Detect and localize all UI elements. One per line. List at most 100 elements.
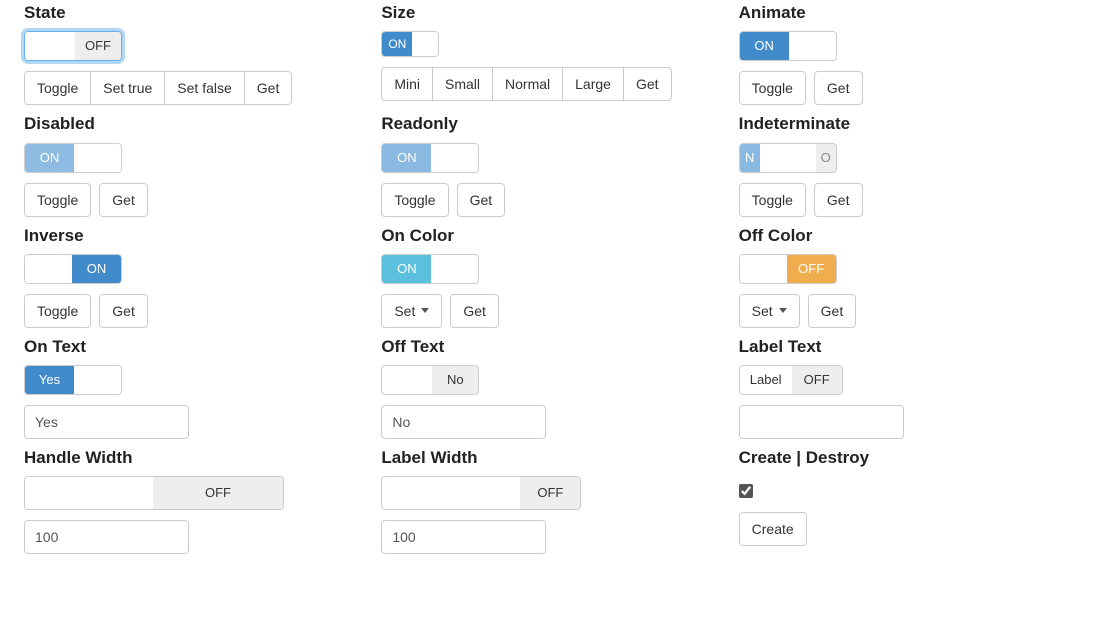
state-toggle-button[interactable]: Toggle bbox=[24, 71, 91, 105]
state-switch-off: OFF bbox=[75, 32, 121, 60]
section-on-text: On Text Yes bbox=[24, 336, 353, 439]
off-color-set-label: Set bbox=[752, 304, 773, 318]
size-switch-blank bbox=[412, 32, 438, 56]
section-inverse: Inverse ON Toggle Get bbox=[24, 225, 353, 328]
size-mini-button[interactable]: Mini bbox=[381, 67, 433, 101]
caret-down-icon bbox=[779, 308, 787, 313]
inverse-switch[interactable]: ON bbox=[24, 254, 122, 284]
size-switch[interactable]: ON bbox=[381, 31, 439, 57]
handle-width-title: Handle Width bbox=[24, 447, 353, 468]
inverse-toggle-button[interactable]: Toggle bbox=[24, 294, 91, 328]
disabled-title: Disabled bbox=[24, 113, 353, 134]
animate-toggle-button[interactable]: Toggle bbox=[739, 71, 806, 105]
handle-width-switch-off: OFF bbox=[153, 477, 283, 509]
section-animate: Animate ON Toggle Get bbox=[739, 2, 1068, 105]
state-set-true-button[interactable]: Set true bbox=[90, 71, 165, 105]
indeterminate-switch-off: O bbox=[816, 144, 836, 172]
readonly-switch-blank bbox=[431, 144, 478, 172]
section-state: State OFF Toggle Set true Set false Get bbox=[24, 2, 353, 105]
off-text-switch-off: No bbox=[432, 366, 478, 394]
readonly-switch[interactable]: ON bbox=[381, 143, 479, 173]
handle-width-switch-blank bbox=[25, 477, 153, 509]
section-disabled: Disabled ON Toggle Get bbox=[24, 113, 353, 216]
handle-width-switch[interactable]: OFF bbox=[24, 476, 284, 510]
create-destroy-checkbox[interactable] bbox=[739, 484, 753, 498]
section-indeterminate: Indeterminate N O Toggle Get bbox=[739, 113, 1068, 216]
indeterminate-toggle-button[interactable]: Toggle bbox=[739, 183, 806, 217]
disabled-switch-on: ON bbox=[25, 144, 74, 172]
state-get-button[interactable]: Get bbox=[244, 71, 293, 105]
off-color-set-button[interactable]: Set bbox=[739, 294, 800, 328]
size-small-button[interactable]: Small bbox=[432, 67, 493, 101]
size-get-button[interactable]: Get bbox=[623, 67, 672, 101]
section-create-destroy: Create | Destroy Create bbox=[739, 447, 1068, 546]
inverse-switch-blank bbox=[25, 255, 72, 283]
label-width-switch-blank bbox=[382, 477, 520, 509]
on-color-switch-blank bbox=[431, 255, 478, 283]
label-width-input[interactable] bbox=[381, 520, 546, 554]
indeterminate-switch[interactable]: N O bbox=[739, 143, 837, 173]
on-text-switch-blank bbox=[74, 366, 121, 394]
label-text-input[interactable] bbox=[739, 405, 904, 439]
label-text-switch-off: OFF bbox=[792, 366, 842, 394]
on-color-set-button[interactable]: Set bbox=[381, 294, 442, 328]
on-color-title: On Color bbox=[381, 225, 710, 246]
off-text-switch[interactable]: No bbox=[381, 365, 479, 395]
disabled-switch[interactable]: ON bbox=[24, 143, 122, 173]
off-color-get-button[interactable]: Get bbox=[808, 294, 857, 328]
off-text-switch-blank bbox=[382, 366, 432, 394]
section-on-color: On Color ON Set Get bbox=[381, 225, 710, 328]
label-width-switch-off: OFF bbox=[520, 477, 580, 509]
animate-switch-on: ON bbox=[740, 32, 789, 60]
label-text-switch-label: Label bbox=[740, 366, 792, 394]
on-text-switch[interactable]: Yes bbox=[24, 365, 122, 395]
off-text-title: Off Text bbox=[381, 336, 710, 357]
size-title: Size bbox=[381, 2, 710, 23]
disabled-get-button[interactable]: Get bbox=[99, 183, 148, 217]
on-color-switch[interactable]: ON bbox=[381, 254, 479, 284]
indeterminate-get-button[interactable]: Get bbox=[814, 183, 863, 217]
on-color-set-label: Set bbox=[394, 304, 415, 318]
size-large-button[interactable]: Large bbox=[562, 67, 624, 101]
label-width-title: Label Width bbox=[381, 447, 710, 468]
state-switch-blank bbox=[25, 32, 75, 60]
label-text-switch[interactable]: Label OFF bbox=[739, 365, 843, 395]
size-normal-button[interactable]: Normal bbox=[492, 67, 563, 101]
state-switch[interactable]: OFF bbox=[24, 31, 122, 61]
off-text-input[interactable] bbox=[381, 405, 546, 439]
section-label-text: Label Text Label OFF bbox=[739, 336, 1068, 439]
section-readonly: Readonly ON Toggle Get bbox=[381, 113, 710, 216]
state-title: State bbox=[24, 2, 353, 23]
create-button[interactable]: Create bbox=[739, 512, 807, 546]
on-text-title: On Text bbox=[24, 336, 353, 357]
off-color-switch-blank bbox=[740, 255, 787, 283]
readonly-get-button[interactable]: Get bbox=[457, 183, 506, 217]
caret-down-icon bbox=[421, 308, 429, 313]
label-width-switch[interactable]: OFF bbox=[381, 476, 581, 510]
readonly-toggle-button[interactable]: Toggle bbox=[381, 183, 448, 217]
state-set-false-button[interactable]: Set false bbox=[164, 71, 244, 105]
on-color-switch-on: ON bbox=[382, 255, 431, 283]
section-label-width: Label Width OFF bbox=[381, 447, 710, 554]
animate-get-button[interactable]: Get bbox=[814, 71, 863, 105]
readonly-title: Readonly bbox=[381, 113, 710, 134]
indeterminate-switch-on: N bbox=[740, 144, 760, 172]
handle-width-input[interactable] bbox=[24, 520, 189, 554]
inverse-title: Inverse bbox=[24, 225, 353, 246]
inverse-get-button[interactable]: Get bbox=[99, 294, 148, 328]
indeterminate-title: Indeterminate bbox=[739, 113, 1068, 134]
on-color-get-button[interactable]: Get bbox=[450, 294, 499, 328]
on-text-input[interactable] bbox=[24, 405, 189, 439]
animate-switch-blank bbox=[789, 32, 836, 60]
animate-title: Animate bbox=[739, 2, 1068, 23]
section-off-text: Off Text No bbox=[381, 336, 710, 439]
readonly-switch-on: ON bbox=[382, 144, 431, 172]
off-color-switch[interactable]: OFF bbox=[739, 254, 837, 284]
label-text-title: Label Text bbox=[739, 336, 1068, 357]
section-off-color: Off Color OFF Set Get bbox=[739, 225, 1068, 328]
section-handle-width: Handle Width OFF bbox=[24, 447, 353, 554]
size-switch-on: ON bbox=[382, 32, 412, 56]
animate-switch[interactable]: ON bbox=[739, 31, 837, 61]
disabled-toggle-button[interactable]: Toggle bbox=[24, 183, 91, 217]
section-size: Size ON Mini Small Normal Large Get bbox=[381, 2, 710, 101]
